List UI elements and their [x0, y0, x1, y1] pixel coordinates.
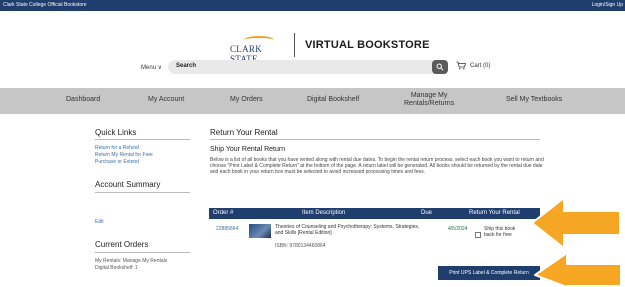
arrow-pointer-icon	[531, 197, 621, 249]
divider	[95, 252, 190, 253]
nav-my-orders[interactable]: My Orders	[230, 96, 263, 103]
arrow-pointer-icon	[534, 253, 622, 287]
brand-header: CLARK STATE VIRTUAL BOOKSTORE	[228, 32, 430, 64]
link-return-rental[interactable]: Return My Rental for Free	[95, 152, 153, 158]
nav-manage-rentals[interactable]: Manage My Rentals/Returns	[404, 92, 454, 108]
nav-manage-rentals-line2: Rentals/Returns	[404, 100, 455, 107]
account-summary-title: Account Summary	[95, 180, 161, 189]
quick-links-title: Quick Links	[95, 128, 137, 137]
col-description: Item Description	[302, 210, 346, 216]
search-icon	[436, 63, 444, 71]
order-number-link[interactable]: 22885664	[216, 226, 238, 232]
menu-button[interactable]: Menu ∨	[141, 64, 162, 71]
top-bar: Clark State College Official Bookstore L…	[0, 0, 625, 11]
book-cover-image	[249, 224, 271, 238]
item-description: Theories of Counseling and Psychotherapy…	[275, 224, 420, 236]
col-order: Order #	[213, 210, 234, 216]
nav-dashboard[interactable]: Dashboard	[66, 96, 100, 103]
site-title: VIRTUAL BOOKSTORE	[305, 39, 430, 51]
clark-state-logo[interactable]: CLARK STATE	[228, 34, 286, 64]
ship-book-checkbox[interactable]	[475, 232, 481, 238]
main-nav: Dashboard My Account My Orders Digital B…	[0, 88, 625, 114]
page-title: Return Your Rental	[210, 128, 278, 137]
table-header: Order # Item Description Due Return Your…	[209, 208, 540, 219]
divider	[95, 192, 190, 193]
section-subtitle: Ship Your Rental Return	[210, 146, 286, 153]
search-label: Search	[176, 63, 197, 69]
login-link[interactable]: Login/Sign Up	[592, 2, 623, 8]
divider	[95, 139, 190, 140]
nav-digital-bookshelf[interactable]: Digital Bookshelf	[307, 96, 359, 103]
current-orders-rentals: My Rentals: Manage My Rentals	[95, 258, 168, 264]
cart-label: Cart (0)	[470, 62, 491, 69]
link-return-refund[interactable]: Return for a Refund	[95, 145, 139, 151]
nav-manage-rentals-line1: Manage My	[410, 92, 448, 99]
divider	[210, 139, 540, 140]
nav-my-account[interactable]: My Account	[148, 96, 184, 103]
col-return: Return Your Rental	[469, 210, 520, 216]
nav-sell-textbooks[interactable]: Sell My Textbooks	[506, 96, 562, 103]
cart-link[interactable]: Cart (0)	[456, 61, 490, 70]
instructions-text: Below is a list of all books that you ha…	[210, 157, 544, 175]
store-name: Clark State College Official Bookstore	[3, 2, 87, 8]
search-bar[interactable]: Search	[168, 60, 448, 74]
cart-icon	[456, 61, 466, 70]
current-orders-bookshelf: Digital Bookshelf: 1	[95, 265, 138, 271]
edit-link[interactable]: Edit	[95, 219, 104, 225]
search-button[interactable]	[432, 60, 448, 74]
col-due: Due	[421, 210, 433, 216]
logo-swoosh-icon	[244, 36, 274, 44]
print-label-button[interactable]: Print UPS Label & Complete Return	[438, 266, 540, 280]
brand-divider	[294, 33, 295, 57]
due-date: 4/5/2024	[448, 226, 468, 232]
ship-book-label[interactable]: Ship this book back for free	[484, 226, 524, 238]
current-orders-title: Current Orders	[95, 240, 149, 249]
item-isbn: ISBN: 9780134460864	[275, 243, 326, 249]
link-purchase-extend[interactable]: Purchase or Extend	[95, 159, 139, 165]
